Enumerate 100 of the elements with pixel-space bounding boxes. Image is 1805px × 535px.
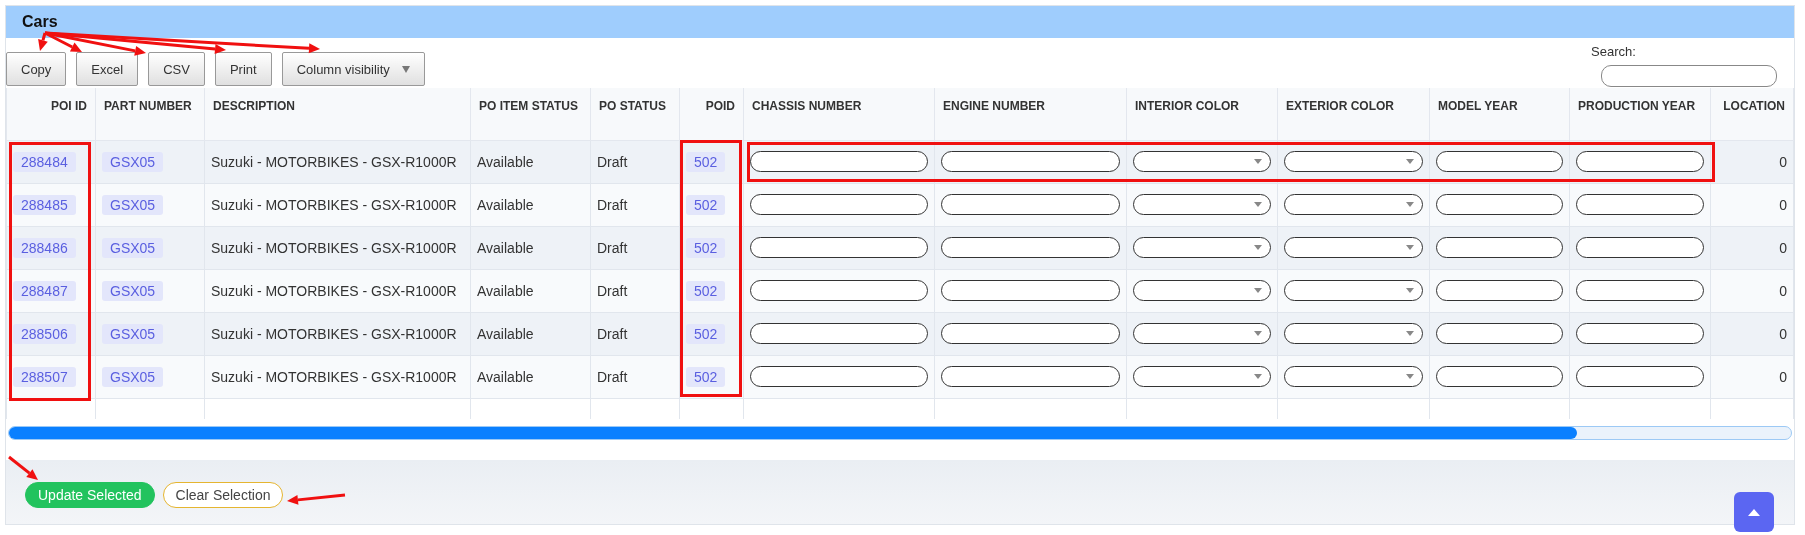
column-header[interactable]: DESCRIPTION [204, 88, 471, 140]
input-field[interactable] [750, 323, 928, 344]
scroll-top-button[interactable] [1734, 492, 1774, 532]
table-cell: Suzuki - MOTORBIKES - GSX-R1000R [211, 196, 457, 213]
id-badge[interactable]: GSX05 [102, 366, 164, 387]
table-cell: 0 [1779, 325, 1787, 342]
select-field[interactable] [1284, 366, 1423, 387]
select-field[interactable] [1133, 194, 1271, 215]
search-field[interactable] [1601, 65, 1777, 87]
table-cell: 0 [1779, 368, 1787, 385]
select-field[interactable] [1133, 237, 1271, 258]
table-cell: 0 [1779, 153, 1787, 170]
table-cell: Suzuki - MOTORBIKES - GSX-R1000R [211, 368, 457, 385]
id-badge[interactable]: 288487 [13, 280, 76, 301]
column-header[interactable]: PO STATUS [590, 88, 680, 140]
horizontal-scrollbar[interactable] [8, 425, 1792, 440]
table-cell: Available [477, 239, 534, 256]
caret-icon [401, 65, 410, 73]
caret-icon [1406, 202, 1414, 207]
input-field[interactable] [1576, 323, 1704, 344]
select-field[interactable] [1133, 151, 1271, 172]
input-field[interactable] [1436, 366, 1563, 387]
column-header[interactable]: POID [679, 88, 744, 140]
select-field[interactable] [1284, 323, 1423, 344]
input-field[interactable] [1436, 280, 1563, 301]
column-header[interactable]: LOCATION [1710, 88, 1794, 140]
column-header[interactable]: POI ID [6, 88, 96, 140]
id-badge[interactable]: 502 [686, 366, 726, 387]
id-badge[interactable]: 288485 [13, 194, 76, 215]
id-badge[interactable]: GSX05 [102, 151, 164, 172]
dropdown-button[interactable]: Column visibility [281, 52, 425, 86]
id-badge[interactable]: 288486 [13, 237, 76, 258]
id-badge[interactable]: 502 [686, 237, 726, 258]
id-badge[interactable]: 502 [686, 323, 726, 344]
clear-button[interactable]: Clear Selection [162, 481, 284, 508]
input-field[interactable] [1436, 323, 1563, 344]
column-header[interactable]: ENGINE NUMBER [934, 88, 1127, 140]
select-field[interactable] [1284, 237, 1423, 258]
id-badge[interactable]: 288506 [13, 323, 76, 344]
table-cell: Available [477, 325, 534, 342]
input-field[interactable] [941, 323, 1120, 344]
input-field[interactable] [750, 366, 928, 387]
table-cell: Available [477, 368, 534, 385]
input-field[interactable] [1576, 280, 1704, 301]
input-field[interactable] [941, 237, 1120, 258]
table-cell: Draft [597, 325, 628, 342]
input-field[interactable] [1576, 366, 1704, 387]
select-field[interactable] [1133, 280, 1271, 301]
id-badge[interactable]: GSX05 [102, 323, 164, 344]
input-field[interactable] [1576, 194, 1704, 215]
annotation-arrow [287, 493, 346, 505]
column-header[interactable]: MODEL YEAR [1429, 88, 1570, 140]
select-field[interactable] [1284, 151, 1423, 172]
caret-up-icon [1748, 508, 1760, 516]
select-field[interactable] [1133, 323, 1271, 344]
caret-icon [1406, 245, 1414, 250]
id-badge[interactable]: GSX05 [102, 194, 164, 215]
input-field[interactable] [941, 194, 1120, 215]
column-header[interactable]: PO ITEM STATUS [470, 88, 591, 140]
id-badge[interactable]: 502 [686, 151, 726, 172]
export-button[interactable]: CSV [148, 52, 205, 86]
panel-title: Cars [22, 13, 58, 31]
id-badge[interactable]: GSX05 [102, 280, 164, 301]
column-header[interactable]: PART NUMBER [95, 88, 205, 140]
table-cell: Draft [597, 153, 628, 170]
input-field[interactable] [941, 280, 1120, 301]
table-cell: Draft [597, 368, 628, 385]
caret-icon [1406, 331, 1414, 336]
column-header[interactable]: INTERIOR COLOR [1126, 88, 1278, 140]
column-header[interactable]: PRODUCTION YEAR [1569, 88, 1711, 140]
id-badge[interactable]: 288507 [13, 366, 76, 387]
id-badge[interactable]: 502 [686, 280, 726, 301]
table-cell: Suzuki - MOTORBIKES - GSX-R1000R [211, 325, 457, 342]
input-field[interactable] [1436, 151, 1563, 172]
caret-icon [1406, 288, 1414, 293]
input-field[interactable] [941, 366, 1120, 387]
export-button[interactable]: Excel [76, 52, 139, 86]
id-badge[interactable]: 288484 [13, 151, 76, 172]
input-field[interactable] [750, 151, 928, 172]
input-field[interactable] [750, 280, 928, 301]
input-field[interactable] [1576, 237, 1704, 258]
select-field[interactable] [1133, 366, 1271, 387]
column-header[interactable]: EXTERIOR COLOR [1277, 88, 1430, 140]
input-field[interactable] [750, 237, 928, 258]
id-badge[interactable]: GSX05 [102, 237, 164, 258]
export-button[interactable]: Print [214, 52, 272, 86]
select-field[interactable] [1284, 194, 1423, 215]
input-field[interactable] [1436, 194, 1563, 215]
export-button[interactable]: Copy [6, 52, 67, 86]
id-badge[interactable]: 502 [686, 194, 726, 215]
input-field[interactable] [941, 151, 1120, 172]
table-cell: 0 [1779, 282, 1787, 299]
column-header[interactable]: CHASSIS NUMBER [743, 88, 935, 140]
input-field[interactable] [750, 194, 928, 215]
table-cell: Draft [597, 239, 628, 256]
input-field[interactable] [1436, 237, 1563, 258]
input-field[interactable] [1576, 151, 1704, 172]
table-cell: Available [477, 282, 534, 299]
select-field[interactable] [1284, 280, 1423, 301]
table-cell: Draft [597, 196, 628, 213]
